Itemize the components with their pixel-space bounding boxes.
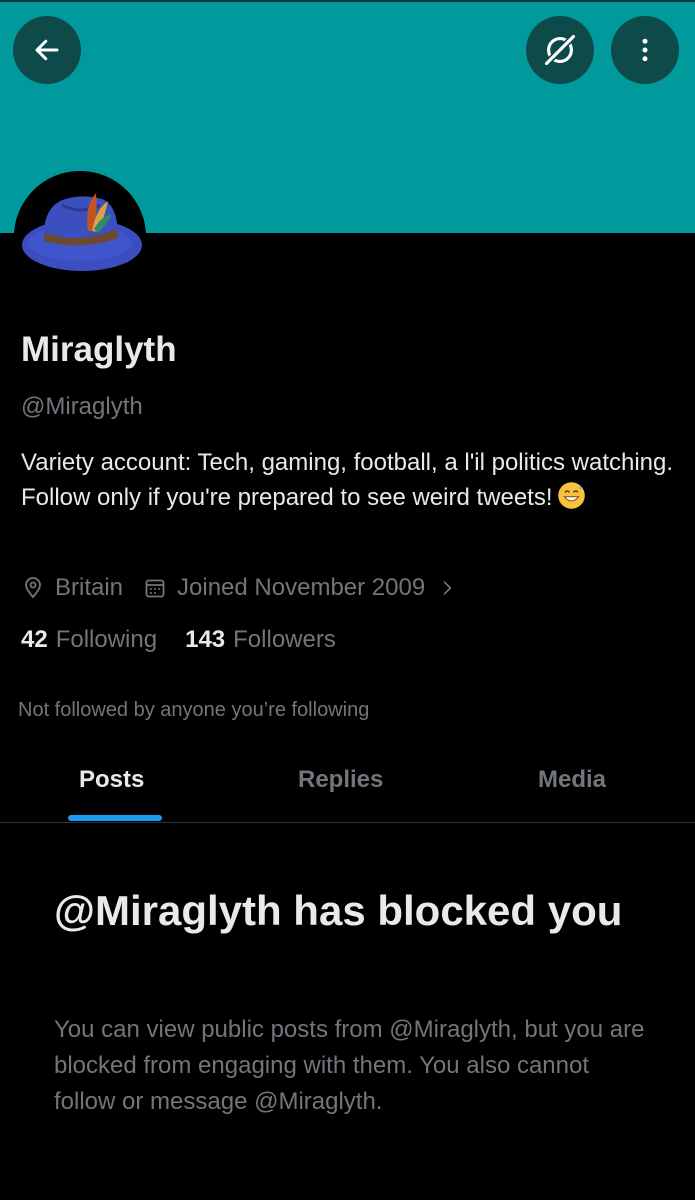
joined-date-link[interactable]: Joined November 2009	[177, 574, 425, 602]
location-pin-icon	[21, 576, 45, 600]
arrow-left-icon	[35, 39, 59, 61]
location-text: Britain	[55, 574, 124, 601]
grinning-face-with-sweat-emoji	[557, 482, 585, 509]
tab-posts[interactable]: Posts	[79, 766, 144, 794]
following-count: 42	[21, 626, 48, 653]
profile-meta: Britain Joined November 2009	[21, 570, 467, 606]
back-button[interactable]	[13, 16, 81, 84]
avatar[interactable]	[14, 171, 146, 303]
calendar-icon	[143, 576, 167, 600]
chevron-right-icon[interactable]	[437, 578, 457, 598]
following-label: Following	[55, 626, 158, 653]
profile-name: Miraglyth	[21, 330, 177, 369]
followers-link[interactable]: 143 Followers	[185, 626, 336, 654]
not-followed-notice: Not followed by anyone you’re following	[18, 699, 370, 721]
profile-tabs: Posts Replies Media	[0, 750, 695, 823]
followers-label: Followers	[233, 626, 336, 653]
blocked-title: @Miraglyth has blocked you	[54, 887, 623, 934]
grok-button[interactable]	[526, 16, 594, 84]
active-tab-indicator	[68, 815, 162, 821]
grok-icon	[543, 33, 577, 67]
profile-page: Miraglyth @Miraglyth Variety account: Te…	[0, 0, 695, 1200]
blocked-description: You can view public posts from @Miraglyt…	[54, 1016, 645, 1115]
followers-count: 143	[185, 626, 226, 653]
more-vertical-icon	[642, 38, 648, 62]
profile-bio: Variety account: Tech, gaming, football,…	[21, 445, 681, 515]
tab-replies[interactable]: Replies	[298, 766, 383, 794]
following-link[interactable]: 42 Following	[21, 626, 157, 654]
more-options-button[interactable]	[611, 16, 679, 84]
fedora-hat-image	[14, 171, 146, 303]
profile-handle: @Miraglyth	[21, 393, 143, 420]
follow-counts: 42 Following 143 Followers	[21, 626, 364, 654]
tab-media[interactable]: Media	[538, 766, 606, 794]
